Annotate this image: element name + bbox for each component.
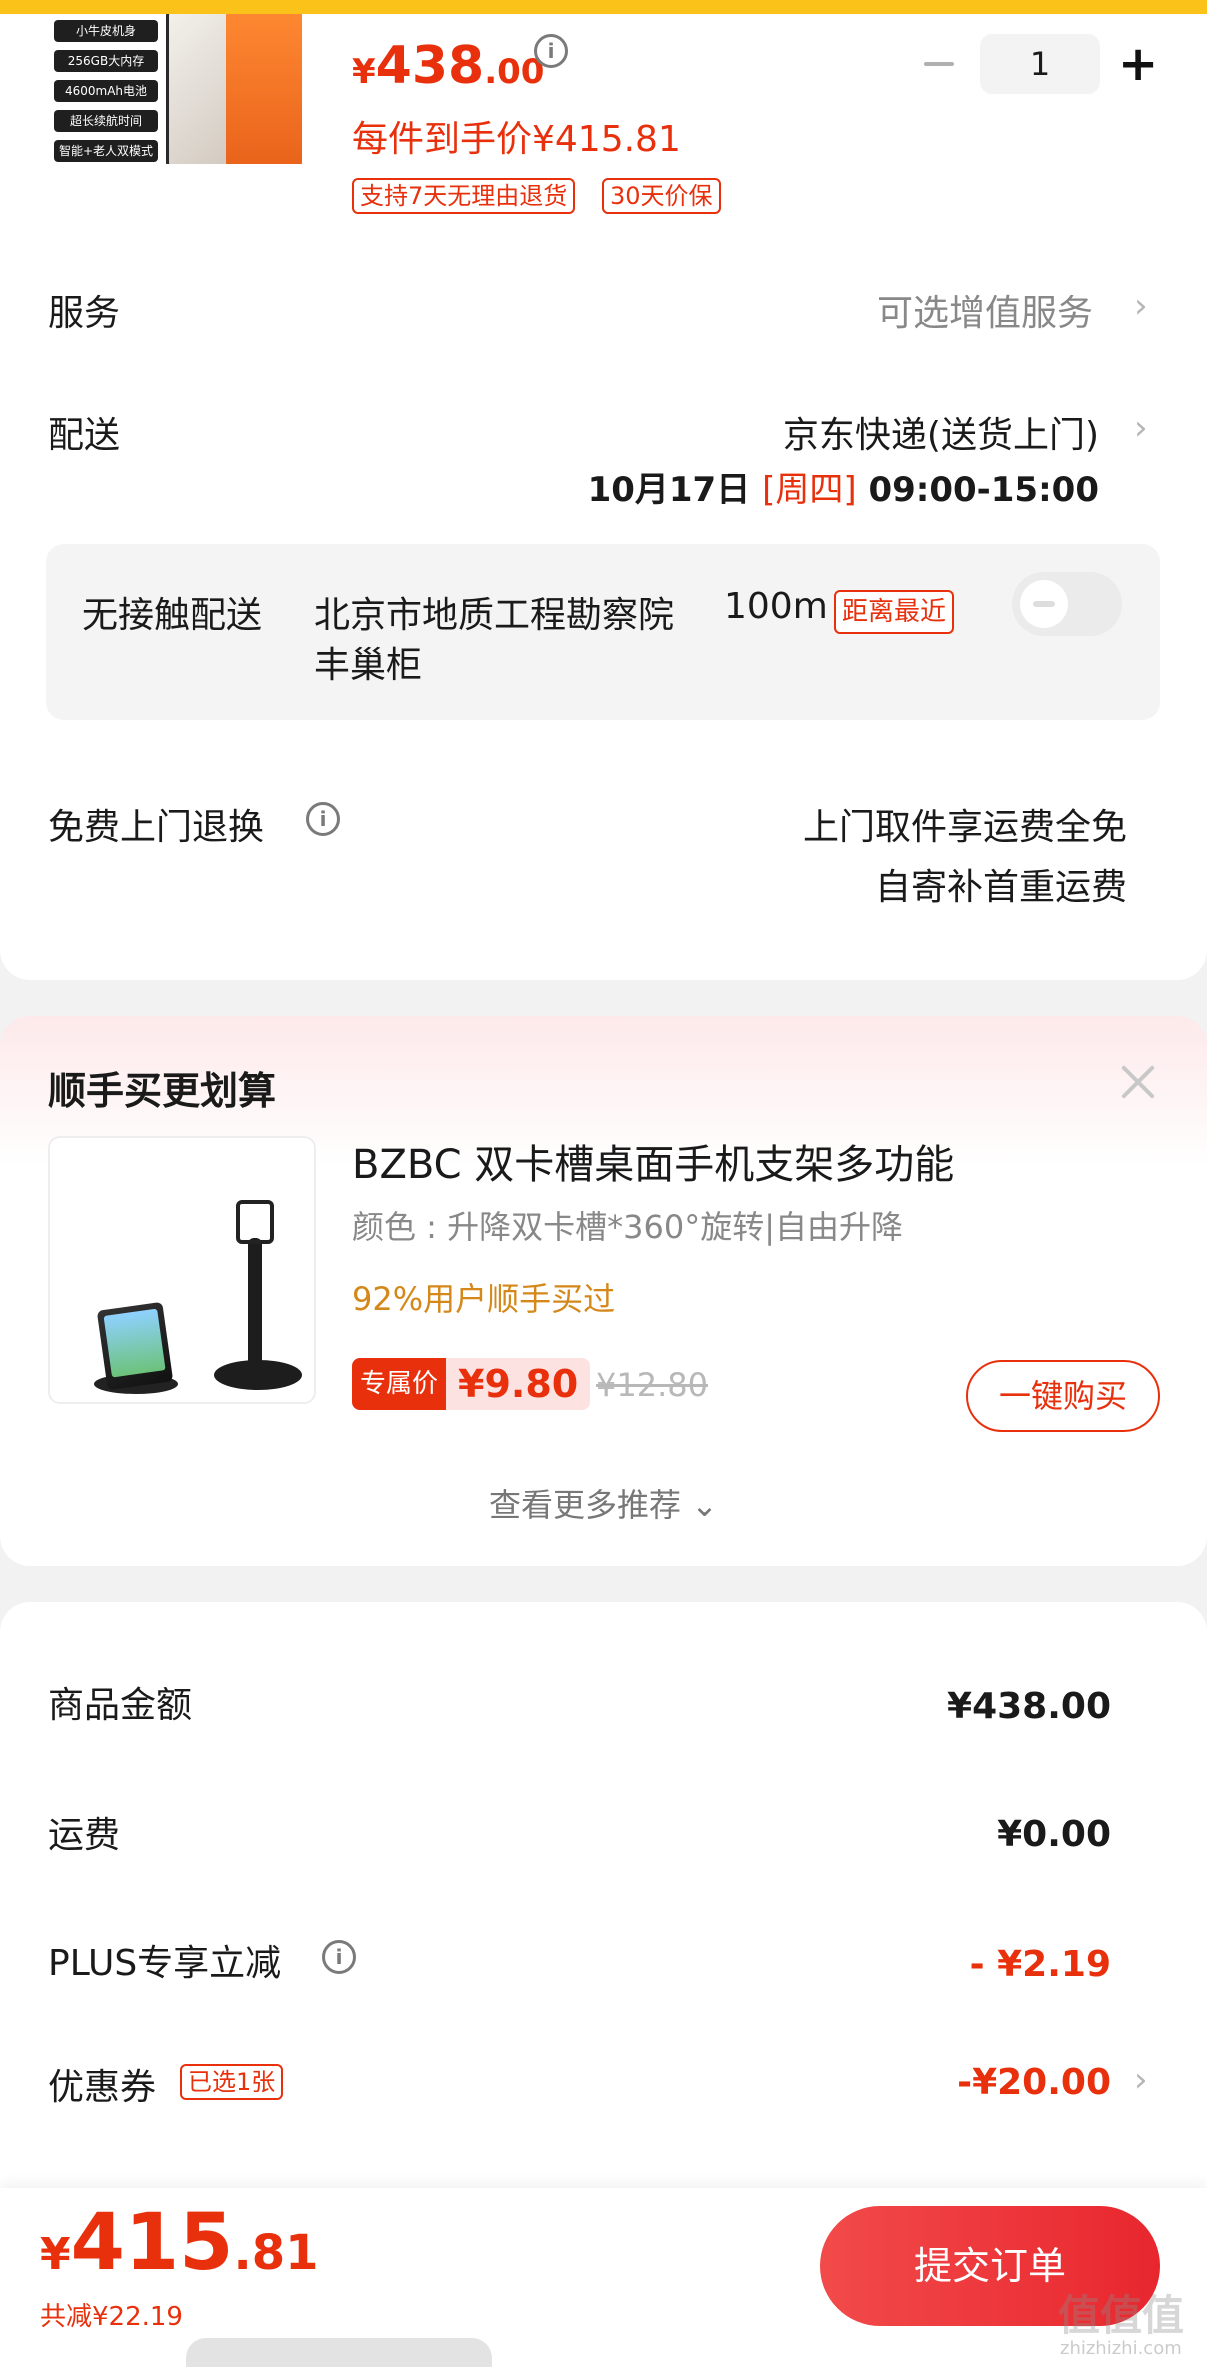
quantity-input[interactable]: 1	[980, 34, 1100, 94]
recommend-bought-rate: 92%用户顺手买过	[352, 1280, 616, 1318]
image-tag: 智能+老人双模式	[54, 140, 158, 162]
total-currency: ¥	[40, 2229, 71, 2280]
plus-discount-value: - ¥2.19	[969, 1944, 1111, 1985]
close-icon[interactable]	[1116, 1060, 1160, 1104]
total-integer: 415	[70, 2198, 234, 2288]
recommend-product-image[interactable]	[48, 1136, 316, 1404]
watermark-url: zhizhizhi.com	[1060, 2338, 1182, 2359]
stand-clip	[236, 1200, 274, 1244]
product-thumbnail[interactable]: 小牛皮机身 256GB大内存 4600mAh电池 超长续航时间 智能+老人双模式	[48, 14, 308, 164]
recommend-card: 顺手买更划算 BZBC 双卡槽桌面手机支架多功能 颜色 : 升降双卡槽*360°…	[0, 1016, 1207, 1566]
recommend-product-name[interactable]: BZBC 双卡槽桌面手机支架多功能	[352, 1132, 954, 1190]
chevron-right-icon[interactable]: ›	[1134, 2060, 1148, 2100]
coupon-selected-badge: 已选1张	[180, 2064, 284, 2100]
total-saved: 共减¥22.19	[40, 2302, 183, 2332]
price-integer: 438	[375, 36, 485, 96]
free-return-line1: 上门取件享运费全免	[802, 807, 1127, 848]
free-return-label: 免费上门退换	[48, 807, 265, 848]
delivery-date: 10月17日	[587, 470, 751, 510]
price-currency: ¥	[352, 52, 376, 92]
free-return-line2: 自寄补首重运费	[874, 867, 1127, 908]
shipping-value: ¥0.00	[997, 1814, 1111, 1855]
total-decimal: .81	[233, 2225, 319, 2281]
order-product-card: 小牛皮机身 256GB大内存 4600mAh电池 超长续航时间 智能+老人双模式…	[0, 14, 1207, 980]
delivery-weekday: [周四]	[762, 470, 857, 510]
info-icon[interactable]: i	[306, 802, 340, 836]
more-recommend-link[interactable]: 查看更多推荐 ⌄	[0, 1480, 1207, 1526]
info-icon[interactable]: i	[534, 34, 568, 68]
coupon-label: 优惠券	[48, 2067, 157, 2108]
recommend-product-spec: 颜色 : 升降双卡槽*360°旋转|自由升降	[352, 1208, 903, 1246]
image-tag: 4600mAh电池	[54, 80, 158, 102]
image-tag: 小牛皮机身	[54, 20, 158, 42]
home-indicator[interactable]	[186, 2338, 492, 2367]
return-policy-badge: 支持7天无理由退货	[352, 178, 576, 214]
total-price: ¥415.81	[40, 2198, 318, 2288]
one-click-buy-button[interactable]: 一键购买	[966, 1360, 1160, 1432]
delivery-slot: 09:00-15:00	[868, 470, 1099, 510]
phone-case-image	[226, 14, 302, 164]
contactless-toggle[interactable]	[1012, 572, 1122, 636]
image-tag: 超长续航时间	[54, 110, 158, 132]
chevron-right-icon[interactable]: ›	[1134, 408, 1148, 448]
per-item-price: 每件到手价¥415.81	[352, 119, 681, 160]
goods-amount-value: ¥438.00	[947, 1686, 1111, 1727]
chevron-right-icon[interactable]: ›	[1134, 286, 1148, 326]
recommend-price: ¥9.80	[458, 1362, 579, 1406]
tablet-image	[96, 1301, 174, 1391]
plus-discount-label: PLUS专享立减	[48, 1943, 282, 1984]
contactless-place-line2: 丰巢柜	[314, 645, 423, 686]
service-value[interactable]: 可选增值服务	[877, 284, 1093, 336]
plus-icon[interactable]: +	[1118, 36, 1158, 92]
minus-icon[interactable]	[924, 62, 954, 66]
delivery-label: 配送	[48, 415, 121, 456]
shipping-label: 运费	[48, 1815, 121, 1856]
contactless-place: 北京市地质工程勘察院	[314, 595, 675, 636]
recommend-old-price: ¥12.80	[596, 1366, 708, 1404]
service-label: 服务	[48, 293, 121, 334]
coupon-value[interactable]: -¥20.00	[957, 2062, 1111, 2103]
stand-base	[214, 1360, 302, 1390]
recommend-price-box: 专属价 ¥9.80	[352, 1358, 591, 1410]
goods-amount-label: 商品金额	[48, 1685, 193, 1726]
watermark-logo: 值值值	[1058, 2291, 1185, 2340]
contactless-label: 无接触配送	[82, 595, 263, 636]
delivery-method[interactable]: 京东快递(送货上门)	[783, 406, 1099, 458]
image-tag: 256GB大内存	[54, 50, 158, 72]
status-bar-strip	[0, 0, 1207, 14]
delivery-time: 10月17日 [周四] 09:00-15:00	[588, 462, 1099, 511]
info-icon[interactable]: i	[322, 1940, 356, 1974]
contactless-distance: 100m	[724, 586, 828, 627]
stand-pole	[248, 1238, 262, 1368]
exclusive-price-tag: 专属价	[352, 1358, 447, 1410]
toggle-knob	[1020, 580, 1068, 628]
product-image-tags: 小牛皮机身 256GB大内存 4600mAh电池 超长续航时间 智能+老人双模式	[54, 20, 158, 164]
price-protect-badge: 30天价保	[602, 178, 721, 214]
recommend-title: 顺手买更划算	[48, 1069, 277, 1113]
product-price: ¥438.00	[352, 36, 544, 96]
nearest-badge: 距离最近	[834, 590, 955, 634]
